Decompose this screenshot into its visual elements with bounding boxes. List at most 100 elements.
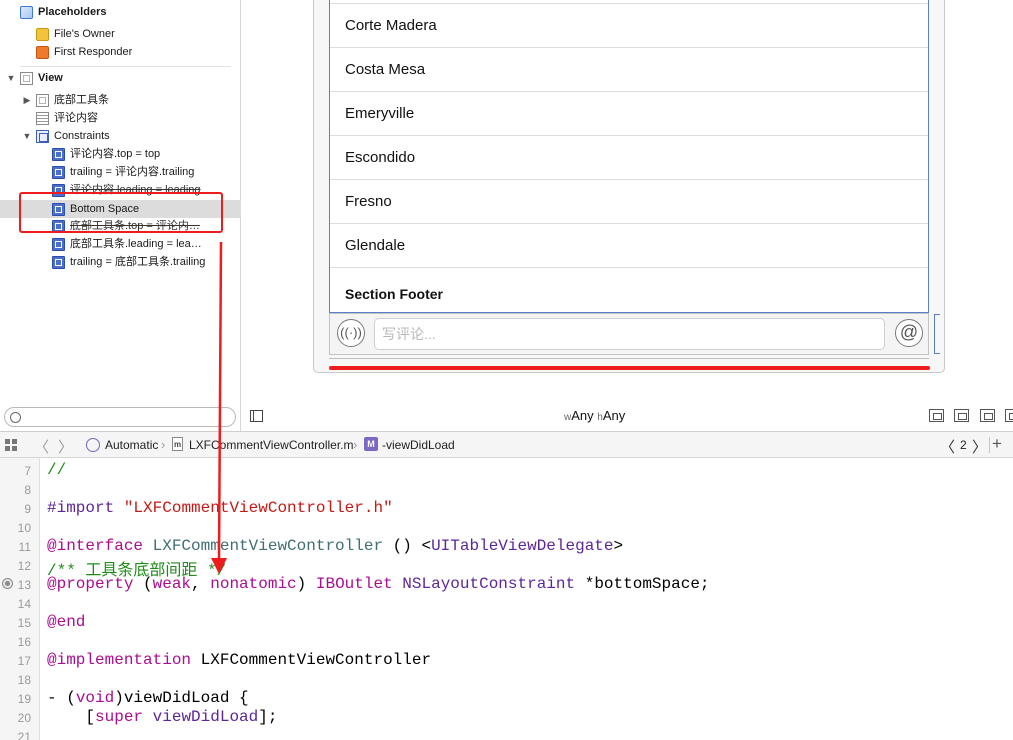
next-counterpart-icon[interactable]: 〉	[972, 436, 987, 457]
code-line-15: @end	[47, 613, 85, 631]
table-cell[interactable]: Escondido	[330, 136, 928, 180]
outline-label: View	[38, 72, 63, 84]
table-cell[interactable]: Fresno	[330, 180, 928, 224]
code-editor[interactable]: 7 8 9 10 11 12 13 14 15 16 17 18 19 20 2…	[0, 458, 1013, 740]
table-cell[interactable]: Glendale	[330, 224, 928, 268]
toggle-outline-icon[interactable]	[250, 410, 263, 422]
code-keyword: void	[75, 689, 115, 707]
line-number: 21	[17, 730, 31, 740]
constraint-label: 评论内容.top = top	[70, 148, 161, 160]
comment-toolbar[interactable]: ((·)) 写评论... @	[329, 313, 929, 355]
size-class-selector[interactable]: wAny hAny	[564, 408, 625, 423]
code-line-7: //	[47, 461, 66, 479]
previous-counterpart-icon[interactable]: 〈	[940, 436, 955, 457]
jumpbar-automatic[interactable]: Automatic	[105, 438, 158, 452]
pin-icon[interactable]	[980, 409, 995, 422]
code-line-19: - (void)viewDidLoad {	[47, 689, 249, 707]
line-number: 18	[17, 673, 31, 687]
code-class-name: LXFCommentViewController	[152, 537, 384, 555]
code-string: "LXFCommentViewController.h"	[123, 499, 393, 517]
back-chevron-icon[interactable]: 〈	[34, 436, 49, 457]
size-class-w-value: Any	[571, 408, 594, 423]
outline-label: File's Owner	[54, 28, 115, 40]
interface-builder-canvas: Corte Madera Costa Mesa Emeryville Escon…	[242, 0, 1013, 431]
document-outline: Placeholders File's Owner First Responde…	[0, 0, 241, 431]
code-text: LXFCommentViewController	[191, 651, 432, 669]
code-text: - (	[47, 689, 76, 707]
view-icon	[20, 72, 33, 85]
line-number: 11	[18, 540, 31, 554]
constraint-icon	[52, 166, 65, 179]
code-line-13: @property (weak, nonatomic) IBOutlet NSL…	[47, 575, 710, 593]
method-icon: M	[364, 437, 378, 451]
code-text: ,	[191, 575, 211, 593]
related-items-grid-icon[interactable]	[5, 439, 17, 451]
disclosure-open-icon[interactable]: ▼	[6, 69, 16, 87]
line-number-gutter: 7 8 9 10 11 12 13 14 15 16 17 18 19 20 2…	[0, 458, 40, 740]
disclosure-closed-icon[interactable]: ▶	[22, 91, 32, 109]
objc-file-icon: m	[172, 437, 183, 451]
view-icon	[36, 94, 49, 107]
code-text: (	[133, 575, 153, 593]
outline-filter-bar	[0, 403, 241, 431]
breadcrumb-separator-icon: ›	[353, 437, 358, 452]
constraint-label: trailing = 底部工具条.trailing	[70, 256, 206, 268]
code-text: )	[296, 575, 316, 593]
code-text: )viewDidLoad {	[114, 689, 249, 707]
filter-icon	[10, 412, 21, 423]
text-view-icon	[36, 112, 49, 125]
toolbar-shadow	[329, 355, 929, 359]
size-class-h-value: Any	[602, 408, 626, 423]
code-keyword: @interface	[47, 537, 144, 555]
outline-label: 底部工具条	[54, 94, 109, 106]
code-text: [	[47, 708, 96, 726]
code-line-11: @interface LXFCommentViewController () <…	[47, 537, 623, 555]
add-editor-icon[interactable]: +	[992, 434, 1002, 454]
section-footer: Section Footer	[345, 286, 444, 302]
outline-label: 评论内容	[54, 112, 98, 124]
code-keyword: nonatomic	[210, 575, 297, 593]
constraint-icon	[52, 256, 65, 269]
outline-divider	[20, 66, 231, 67]
code-text: >	[613, 537, 624, 555]
stack-layout-icon[interactable]	[929, 409, 944, 422]
code-type: NSLayoutConstraint	[402, 575, 576, 593]
xcode-window: Placeholders File's Owner First Responde…	[0, 0, 1013, 740]
align-icon[interactable]	[954, 409, 969, 422]
code-method: viewDidLoad	[152, 708, 259, 726]
forward-chevron-icon[interactable]: 〉	[58, 436, 73, 457]
comment-input[interactable]: 写评论...	[374, 318, 885, 350]
constraint-icon	[52, 148, 65, 161]
code-protocol: UITableViewDelegate	[431, 537, 614, 555]
outlet-connection-icon[interactable]	[2, 578, 13, 589]
jumpbar-method[interactable]: -viewDidLoad	[382, 438, 455, 452]
code-line-17: @implementation LXFCommentViewController	[47, 651, 431, 669]
outline-label: Constraints	[54, 130, 110, 142]
code-text: *bottomSpace;	[575, 575, 710, 593]
table-cell[interactable]: Costa Mesa	[330, 48, 928, 92]
code-keyword: @implementation	[47, 651, 192, 669]
counterpart-count: 2	[960, 438, 967, 452]
line-number: 10	[17, 521, 31, 535]
table-cell[interactable]: Corte Madera	[330, 4, 928, 48]
assistant-automatic-icon	[86, 438, 100, 452]
table-cell[interactable]: Emeryville	[330, 92, 928, 136]
outline-filter-input[interactable]	[4, 407, 236, 427]
code-text: ];	[258, 708, 278, 726]
line-number: 9	[24, 502, 31, 516]
resolve-issues-icon[interactable]	[1005, 409, 1013, 422]
voice-icon[interactable]: ((·))	[337, 319, 365, 347]
line-number: 20	[17, 711, 31, 725]
line-number: 8	[24, 483, 31, 497]
at-mention-icon[interactable]: @	[895, 319, 923, 347]
disclosure-open-icon[interactable]: ▼	[22, 127, 32, 145]
selection-handle[interactable]	[934, 314, 940, 354]
line-number: 19	[17, 692, 31, 706]
code-line-20: [super viewDidLoad];	[47, 708, 277, 726]
constraint-label: 底部工具条.leading = lea…	[70, 238, 202, 250]
table-view[interactable]: Corte Madera Costa Mesa Emeryville Escon…	[329, 0, 929, 313]
jumpbar-file[interactable]: LXFCommentViewController.m	[189, 438, 354, 452]
code-text: () <	[383, 537, 432, 555]
